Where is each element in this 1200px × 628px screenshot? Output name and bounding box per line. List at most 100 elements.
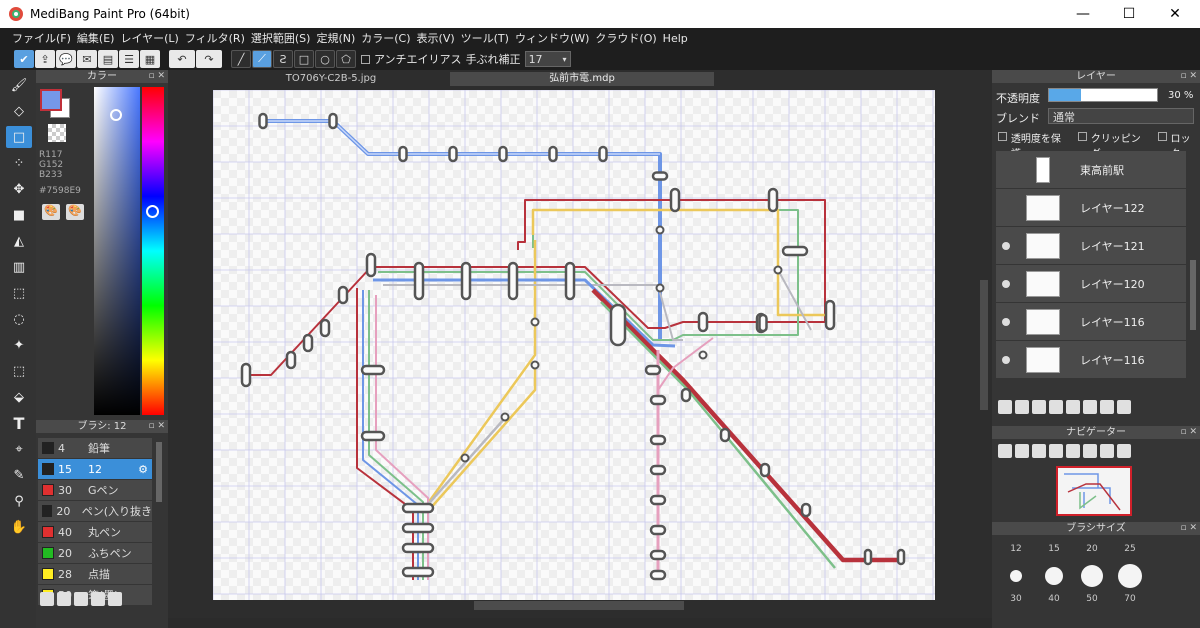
undo-icon[interactable]: ↶: [169, 50, 195, 68]
tab-document[interactable]: 弘前市電.mdp: [450, 72, 714, 86]
brush-tool-icon[interactable]: 🖌: [6, 74, 32, 96]
duplicate-brush-icon[interactable]: [74, 592, 88, 606]
opacity-slider[interactable]: [1048, 88, 1158, 102]
lock-checkbox[interactable]: [1157, 132, 1167, 141]
menu-tool[interactable]: ツール(T): [461, 30, 509, 46]
menu-edit[interactable]: 編集(E): [77, 30, 115, 46]
fit-window-icon[interactable]: [1032, 444, 1046, 458]
brushsize-dot[interactable]: [1081, 565, 1103, 587]
brushsize-label[interactable]: 20: [1080, 544, 1104, 554]
layer-row[interactable]: レイヤー116: [996, 303, 1186, 340]
merge-layer-icon[interactable]: [1100, 400, 1114, 414]
drawing-canvas[interactable]: [213, 90, 935, 600]
horizontal-scrollbar[interactable]: [474, 601, 684, 610]
eyedropper-tool-icon[interactable]: ⚲: [6, 490, 32, 512]
close-icon[interactable]: ▫ ✕: [1180, 70, 1197, 83]
foreground-color-swatch[interactable]: [40, 89, 62, 111]
maximize-button[interactable]: ☐: [1106, 0, 1152, 28]
ellipse-icon[interactable]: ○: [315, 50, 335, 68]
eraser-tool-icon[interactable]: ◇: [6, 100, 32, 122]
close-button[interactable]: ✕: [1152, 0, 1198, 28]
brushsize-dot[interactable]: [1010, 570, 1022, 582]
stabilizer-select[interactable]: 17 ▾: [524, 51, 571, 67]
new-layer-icon[interactable]: [998, 400, 1012, 414]
palette-icon[interactable]: 🎨: [42, 204, 60, 220]
eye-icon[interactable]: [1002, 355, 1010, 364]
brush-item[interactable]: 20 ペン(入り抜き: [38, 501, 152, 521]
layer-row[interactable]: レイヤー122: [996, 189, 1186, 226]
trash-icon[interactable]: [1117, 400, 1131, 414]
close-icon[interactable]: ▫ ✕: [1180, 426, 1197, 439]
folder-icon[interactable]: [1066, 400, 1080, 414]
marquee-tool-icon[interactable]: ⬚: [6, 282, 32, 304]
comment-icon[interactable]: 💬: [56, 50, 76, 68]
brush-item[interactable]: 4 鉛筆: [38, 438, 152, 458]
transparent-swatch[interactable]: [48, 124, 66, 142]
brushsize-label[interactable]: 15: [1042, 544, 1066, 554]
layer-row[interactable]: レイヤー120: [996, 265, 1186, 302]
rectangle-select-tool-icon[interactable]: □: [6, 126, 32, 148]
bucket-tool-icon[interactable]: ◭: [6, 230, 32, 252]
menu-help[interactable]: Help: [663, 32, 688, 45]
close-icon[interactable]: ▫ ✕: [148, 420, 165, 433]
menu-color[interactable]: カラー(C): [361, 30, 410, 46]
hue-slider[interactable]: [142, 87, 164, 415]
palette-add-icon[interactable]: 🎨: [66, 204, 84, 220]
grid-edit-icon[interactable]: ▦: [140, 50, 160, 68]
dot-tool-icon[interactable]: ⁘: [6, 152, 32, 174]
layer-list-scrollbar[interactable]: [1190, 260, 1196, 330]
hue-cursor[interactable]: [146, 205, 159, 218]
gear-icon[interactable]: ⚙: [138, 463, 148, 476]
actual-size-icon[interactable]: [1083, 444, 1097, 458]
brush-item[interactable]: 28 点描: [38, 564, 152, 584]
magic-wand-tool-icon[interactable]: ✦: [6, 334, 32, 356]
brushsize-dot[interactable]: [1118, 564, 1142, 588]
polyline-icon[interactable]: ⟋: [252, 50, 272, 68]
layer-row[interactable]: レイヤー116: [996, 341, 1186, 378]
layer-row[interactable]: レイヤー121: [996, 227, 1186, 264]
blend-select[interactable]: 通常: [1048, 108, 1194, 124]
menu-ruler[interactable]: 定規(N): [316, 30, 355, 46]
message-icon[interactable]: ✉: [77, 50, 97, 68]
brush-list-scrollbar[interactable]: [156, 442, 162, 502]
eye-icon[interactable]: [1002, 279, 1010, 288]
move-tool-icon[interactable]: ✥: [6, 178, 32, 200]
brush-item[interactable]: 30 Gペン: [38, 480, 152, 500]
list-icon[interactable]: ☰: [119, 50, 139, 68]
cloud-save-icon[interactable]: ✔: [14, 50, 34, 68]
brush-item[interactable]: 15 12 ⚙: [38, 459, 152, 479]
menu-cloud[interactable]: クラウド(O): [595, 30, 656, 46]
zoom-in-alt-icon[interactable]: [1015, 444, 1029, 458]
menu-view[interactable]: 表示(V): [417, 30, 455, 46]
brushsize-label[interactable]: 70: [1118, 594, 1142, 604]
fill-rect-tool-icon[interactable]: ■: [6, 204, 32, 226]
antialias-checkbox[interactable]: [361, 54, 370, 64]
lasso-tool-icon[interactable]: ◌: [6, 308, 32, 330]
brush-item[interactable]: 40 丸ペン: [38, 522, 152, 542]
close-icon[interactable]: ▫ ✕: [1180, 522, 1197, 535]
menu-window[interactable]: ウィンドウ(W): [515, 30, 589, 46]
flip-icon[interactable]: [1117, 444, 1131, 458]
rotate-left-icon[interactable]: [1066, 444, 1080, 458]
polygon-icon[interactable]: ⬠: [336, 50, 356, 68]
saturation-value-picker[interactable]: [94, 87, 140, 415]
menu-filter[interactable]: フィルタ(R): [185, 30, 245, 46]
brushsize-dot[interactable]: [1045, 567, 1063, 585]
gradient-tool-icon[interactable]: ▥: [6, 256, 32, 278]
folder-icon[interactable]: [108, 592, 122, 606]
clipping-checkbox[interactable]: [1077, 132, 1087, 141]
brushsize-label[interactable]: 40: [1042, 594, 1066, 604]
operation-tool-icon[interactable]: ⌖: [6, 438, 32, 460]
brushsize-label[interactable]: 50: [1080, 594, 1104, 604]
eye-icon[interactable]: [1002, 241, 1010, 250]
layer-row[interactable]: 東高前駅: [996, 151, 1186, 188]
new-color-layer-icon[interactable]: [1015, 400, 1029, 414]
brush-item[interactable]: 20 ふちペン: [38, 543, 152, 563]
document-icon[interactable]: ▤: [98, 50, 118, 68]
menu-layer[interactable]: レイヤー(L): [120, 30, 178, 46]
picker-cursor[interactable]: [110, 109, 122, 121]
share-icon[interactable]: ⇪: [35, 50, 55, 68]
rotate-right-icon[interactable]: [1100, 444, 1114, 458]
new-brush-icon[interactable]: [57, 592, 71, 606]
duplicate-layer-icon[interactable]: [1083, 400, 1097, 414]
